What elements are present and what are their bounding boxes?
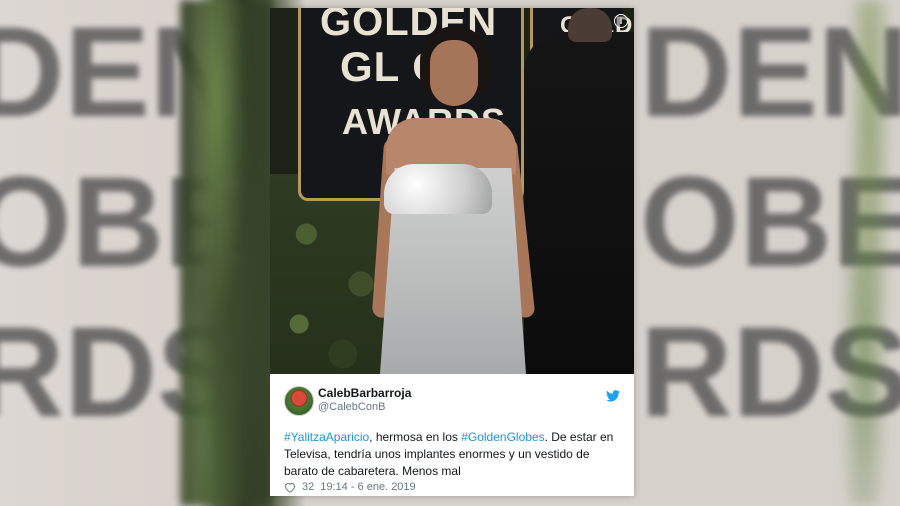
person-right-head xyxy=(568,8,612,42)
hashtag-link[interactable]: #YalitzaAparicio xyxy=(284,430,369,444)
background-foliage xyxy=(180,0,270,506)
display-name[interactable]: CalebBarbarroja xyxy=(318,386,411,400)
heart-icon[interactable] xyxy=(284,482,296,493)
avatar[interactable] xyxy=(284,386,314,416)
woman-face xyxy=(430,40,478,106)
twitter-bird-icon[interactable] xyxy=(606,390,620,402)
user-handle[interactable]: @CalebConB xyxy=(318,401,385,413)
hashtag-link[interactable]: #GoldenGlobes xyxy=(461,430,544,444)
tweet-timestamp[interactable]: 19:14 - 6 ene. 2019 xyxy=(320,481,415,493)
like-count: 32 xyxy=(302,481,315,493)
tweet-body: CalebBarbarroja @CalebConB #YalitzaApari… xyxy=(270,374,634,496)
tweet-text: #YalitzaAparicio, hermosa en los #Golden… xyxy=(284,429,620,480)
tweet-card: GOLDEN GL O AWARDS GOLD i CalebBarbarroj… xyxy=(270,8,634,496)
tweet-photo[interactable]: GOLDEN GL O AWARDS GOLD i xyxy=(270,8,634,374)
background-foliage-right xyxy=(840,0,900,506)
woman-bodice xyxy=(384,164,492,214)
tweet-meta: 32 19:14 - 6 ene. 2019 xyxy=(284,481,416,493)
person-right xyxy=(524,32,634,374)
tweet-text-segment: , hermosa en los xyxy=(369,430,462,444)
info-icon[interactable]: i xyxy=(614,14,628,28)
